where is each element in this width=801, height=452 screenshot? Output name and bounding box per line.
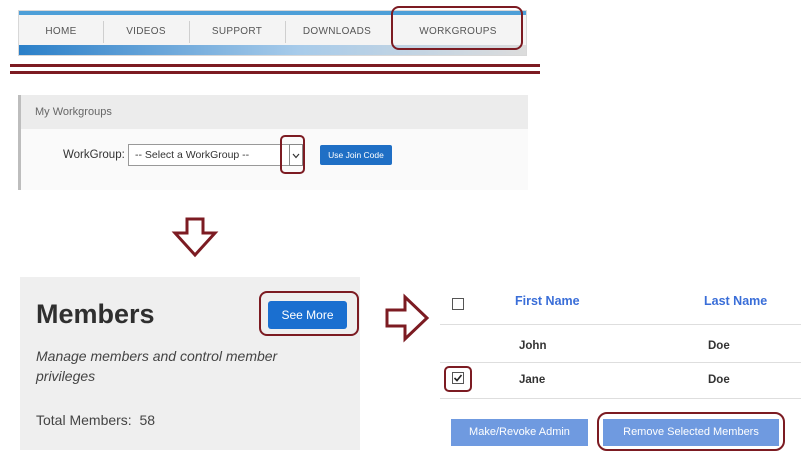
workgroup-select[interactable]: -- Select a WorkGroup --	[128, 144, 298, 166]
workgroup-label: WorkGroup:	[63, 149, 125, 161]
make-revoke-admin-button[interactable]: Make/Revoke Admin	[451, 419, 588, 446]
col-header-first-name[interactable]: First Name	[515, 294, 580, 308]
row-jane-last: Doe	[708, 374, 730, 386]
workgroups-header: My Workgroups	[21, 95, 528, 129]
row-john-first: John	[519, 340, 547, 352]
nav-videos[interactable]: VIDEOS	[105, 19, 187, 45]
members-title: Members	[36, 299, 155, 329]
dropdown-highlight	[280, 135, 305, 174]
workgroups-panel: My Workgroups WorkGroup: -- Select a Wor…	[18, 95, 528, 190]
row-divider	[440, 324, 801, 325]
col-header-last-name[interactable]: Last Name	[704, 294, 767, 308]
nav-home[interactable]: HOME	[21, 19, 101, 45]
divider-rule	[10, 71, 540, 74]
total-members-label: Total Members:	[36, 412, 132, 428]
workgroups-highlight	[391, 6, 523, 50]
total-members-value: 58	[139, 412, 156, 428]
arrow-down-icon	[171, 217, 219, 258]
members-description: Manage members and control member privil…	[36, 348, 278, 384]
workgroups-title: My Workgroups	[35, 106, 112, 118]
nav-downloads[interactable]: DOWNLOADS	[287, 19, 387, 45]
remove-button-highlight	[597, 412, 785, 451]
nav-divider	[189, 21, 190, 43]
row-divider	[440, 398, 801, 399]
select-all-checkbox[interactable]	[452, 298, 464, 310]
row-jane-first: Jane	[519, 374, 546, 386]
total-members: Total Members: 58	[36, 412, 155, 428]
nav-divider	[103, 21, 104, 43]
arrow-right-icon	[385, 293, 430, 343]
row-john-last: Doe	[708, 340, 730, 352]
nav-support[interactable]: SUPPORT	[191, 19, 283, 45]
row-divider	[440, 362, 801, 363]
see-more-highlight	[259, 291, 359, 336]
checkbox-highlight	[444, 366, 472, 392]
use-join-code-button[interactable]: Use Join Code	[320, 145, 392, 165]
nav-divider	[285, 21, 286, 43]
divider-rule	[10, 64, 540, 67]
